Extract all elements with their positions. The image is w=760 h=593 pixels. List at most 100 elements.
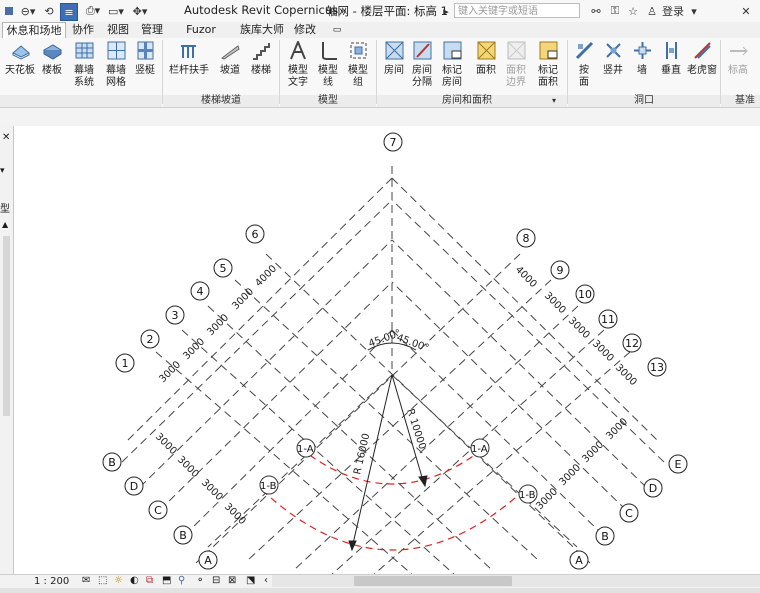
- app-menu-button[interactable]: [4, 3, 14, 19]
- svg-text:D: D: [130, 480, 138, 493]
- grid-bubble-6[interactable]: 6: [245, 224, 265, 244]
- grid-bubble-13[interactable]: 13: [647, 357, 667, 377]
- panel-close-icon[interactable]: ✕: [2, 132, 10, 143]
- tab-modify[interactable]: 修改: [290, 22, 320, 38]
- tag-area-button[interactable]: 标记 面积: [530, 38, 566, 96]
- grid-bubble-right-E[interactable]: E: [668, 454, 688, 474]
- panel-datum[interactable]: 基准: [735, 95, 760, 107]
- grid-bubble-12[interactable]: 12: [622, 333, 642, 353]
- dormer-button[interactable]: 老虎窗: [684, 38, 720, 96]
- svg-text:13: 13: [650, 361, 664, 374]
- move-icon[interactable]: ✥▾: [129, 3, 151, 19]
- highlight-icon[interactable]: ⬔: [246, 575, 255, 586]
- tab-fuzor[interactable]: Fuzor Plugin: [170, 22, 232, 52]
- sync-icon[interactable]: ⟲: [42, 3, 56, 19]
- show-crop-icon[interactable]: ⬒: [162, 575, 171, 586]
- grid-bubble-1[interactable]: 1: [115, 353, 135, 373]
- stair-button[interactable]: 楼梯: [243, 38, 279, 96]
- subscription-icon[interactable]: ⚿: [608, 3, 622, 19]
- tag-room-button[interactable]: 标记 房间: [434, 38, 470, 96]
- panel-scrollbar[interactable]: [3, 236, 10, 416]
- mullion-icon: [136, 41, 155, 60]
- scrollbar-thumb[interactable]: [354, 576, 512, 586]
- dim-lower-left-1: 3000: [153, 431, 179, 457]
- star-icon[interactable]: ☆: [626, 3, 640, 19]
- grid-bubble-left-D[interactable]: D: [124, 476, 144, 496]
- crop-view-icon[interactable]: ⧉: [146, 575, 153, 586]
- login-dropdown-icon[interactable]: ▾: [690, 3, 698, 19]
- tab-manage[interactable]: 管理: [136, 22, 168, 38]
- open-icon[interactable]: ⊖▾: [17, 3, 39, 19]
- railing-button[interactable]: 栏杆扶手: [166, 38, 212, 96]
- dim-right-4: 3000: [590, 338, 616, 364]
- grid-bubble-10[interactable]: 10: [575, 284, 595, 304]
- mullion-label: 竖梃: [135, 65, 155, 76]
- detail-level-icon[interactable]: ✉: [82, 575, 90, 586]
- search-input[interactable]: 键入关键字或短语: [454, 3, 580, 18]
- model-group-icon: [349, 41, 368, 60]
- grid-bubble-left-B[interactable]: B: [173, 525, 193, 545]
- grid-bubble-right-D[interactable]: D: [643, 478, 663, 498]
- shadows-icon[interactable]: ◐: [130, 575, 139, 586]
- ribbon-toggle-icon[interactable]: ▭: [330, 22, 344, 38]
- tab-family-library[interactable]: 族库大师: [236, 22, 288, 38]
- reveal-hidden-icon[interactable]: ⚬: [196, 575, 204, 586]
- grid-bubble-left-C[interactable]: C: [148, 500, 168, 520]
- grid-bubble-9[interactable]: 9: [550, 260, 570, 280]
- constraints-icon[interactable]: ⊠: [228, 575, 236, 586]
- sun-path-icon[interactable]: ☼: [114, 575, 123, 586]
- horizontal-scrollbar[interactable]: [272, 575, 760, 587]
- curtain-system-button[interactable]: 幕墙 系统: [66, 38, 102, 96]
- grid-bubble-5[interactable]: 5: [213, 258, 233, 278]
- grid-bubble-3[interactable]: 3: [165, 305, 185, 325]
- analytical-model-icon[interactable]: ⊟: [212, 575, 220, 586]
- scale-label[interactable]: 1 : 200: [34, 576, 69, 587]
- grid-bubble-right-C[interactable]: C: [619, 503, 639, 523]
- visual-style-icon[interactable]: ⬚: [98, 575, 107, 586]
- expand-title-icon[interactable]: ▸: [442, 3, 450, 19]
- floor-button[interactable]: 楼板: [34, 38, 70, 96]
- model-group-button[interactable]: 模型 组: [340, 38, 376, 96]
- grid-bubble-4[interactable]: 4: [190, 281, 210, 301]
- room-icon: [385, 41, 404, 60]
- svg-text:B: B: [601, 530, 609, 543]
- dim-right-5: 3000: [613, 362, 639, 388]
- grid-bubble-7[interactable]: 7: [383, 132, 403, 152]
- panel-opening[interactable]: 洞口: [568, 95, 720, 107]
- ribbon-tabs: 休息和场地 协作 视图 管理 Fuzor Plugin 族库大师 修改 ▭: [0, 22, 760, 52]
- grid-bubble-11[interactable]: 11: [598, 309, 618, 329]
- panel-scroll-up-icon[interactable]: ▲: [2, 220, 8, 229]
- tab-view[interactable]: 视图: [102, 22, 134, 38]
- panel-dropdown-icon[interactable]: ▾: [0, 166, 5, 176]
- svg-text:B: B: [179, 529, 187, 542]
- close-icon[interactable]: ✕: [738, 3, 754, 19]
- user-icon[interactable]: ♙: [646, 3, 658, 19]
- grid-bubble-left-B[interactable]: B: [102, 452, 122, 472]
- panel-room-area-dropdown-icon[interactable]: ▾: [549, 95, 559, 107]
- thin-lines-button[interactable]: ≡: [60, 3, 78, 21]
- grid-bubble-right-A[interactable]: A: [569, 550, 589, 570]
- grid-bubble-8[interactable]: 8: [516, 228, 536, 248]
- grid-bubble-left-A[interactable]: A: [198, 550, 218, 570]
- binoculars-icon[interactable]: ⚯: [588, 3, 604, 19]
- print-icon[interactable]: ⎙▾: [82, 3, 104, 19]
- temp-hide-icon[interactable]: ⚲: [178, 575, 185, 586]
- panel-model[interactable]: 模型: [280, 95, 376, 107]
- panel-stairs-ramps[interactable]: 楼梯坡道: [163, 95, 279, 107]
- grid-bubble-right-B[interactable]: B: [595, 526, 615, 546]
- panel-room-area[interactable]: 房间和面积: [377, 95, 557, 107]
- panel-type-label: 型: [0, 204, 10, 215]
- tab-architecture[interactable]: 休息和场地: [2, 22, 66, 39]
- stair-icon: [252, 41, 271, 60]
- dimension-texts: 3000 3000 3000 3000 4000 4000 3000 3000 …: [153, 263, 639, 527]
- tab-collaborate[interactable]: 协作: [66, 22, 100, 38]
- scroll-left-icon[interactable]: ‹: [264, 575, 268, 586]
- app-title: Autodesk Revit Copernicus -: [184, 3, 346, 17]
- drawing-canvas[interactable]: 3000 3000 3000 3000 4000 4000 3000 3000 …: [14, 126, 760, 574]
- grid-bubble-2[interactable]: 2: [140, 329, 160, 349]
- measure-icon[interactable]: ▭▾: [106, 3, 126, 19]
- svg-text:4: 4: [197, 285, 204, 298]
- mullion-button[interactable]: 竖梃: [127, 38, 163, 96]
- login-button[interactable]: 登录: [660, 3, 686, 19]
- ceiling-button[interactable]: 天花板: [2, 38, 38, 96]
